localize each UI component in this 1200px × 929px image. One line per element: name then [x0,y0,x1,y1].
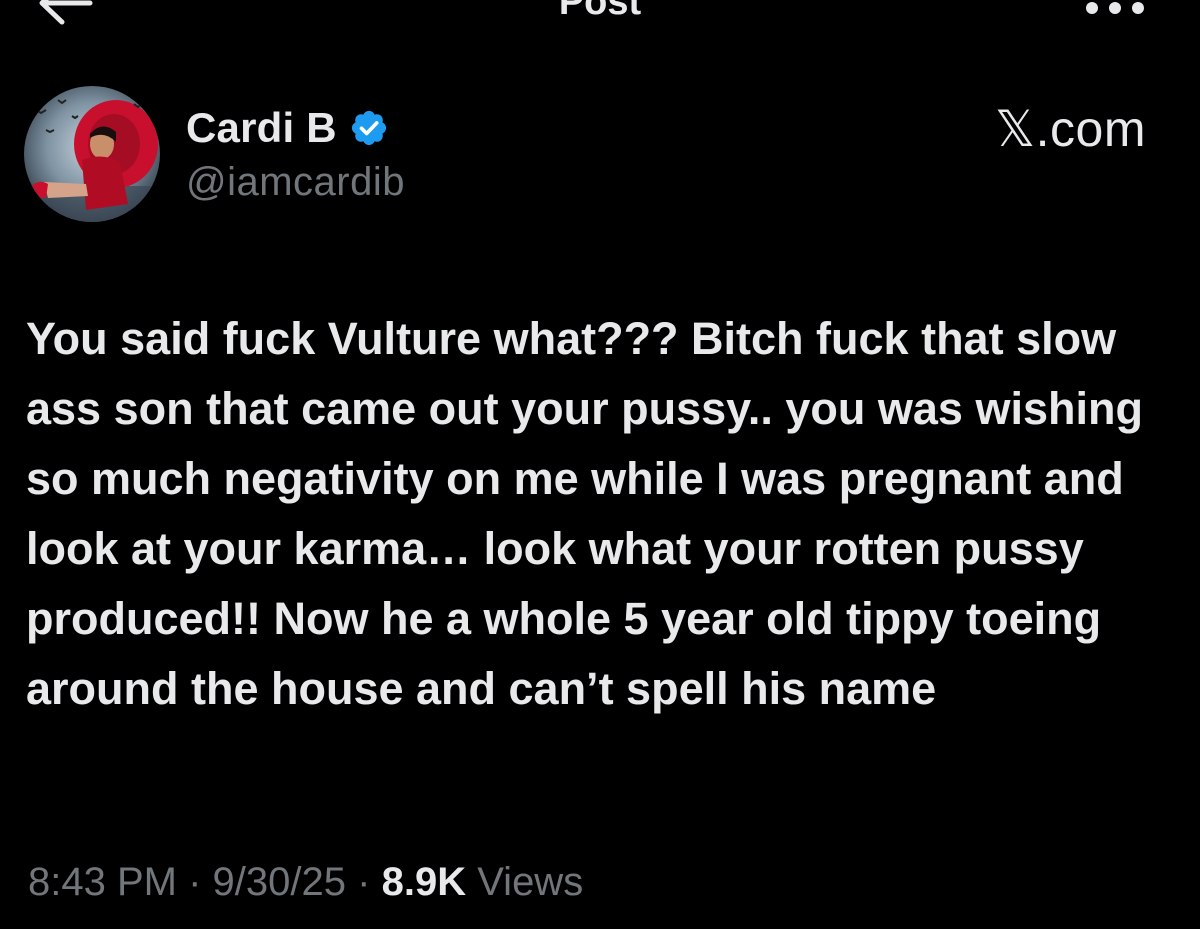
post-text: You said fuck Vulture what??? Bitch fuck… [26,313,1143,714]
display-name[interactable]: Cardi B [186,104,337,152]
author-handle[interactable]: @iamcardib [186,160,405,205]
post-date[interactable]: 9/30/25 [213,860,346,904]
more-options-button[interactable] [1080,0,1150,20]
post-meta: 8:43 PM · 9/30/25 · 8.9K Views [28,860,583,905]
top-bar: Post [0,0,1200,40]
meta-separator: · [357,860,371,904]
source-label: 𝕏.com [994,101,1146,157]
views-count[interactable]: 8.9K [382,860,467,904]
page-title: Post [558,0,642,23]
verified-badge-icon [349,108,389,148]
author-name-row[interactable]: Cardi B [186,102,389,154]
post-time[interactable]: 8:43 PM [28,860,177,904]
meta-separator: · [188,860,202,904]
avatar[interactable] [24,86,160,222]
views-label[interactable]: Views [477,860,583,904]
profile-photo [24,86,160,222]
more-horizontal-icon [1086,2,1144,14]
